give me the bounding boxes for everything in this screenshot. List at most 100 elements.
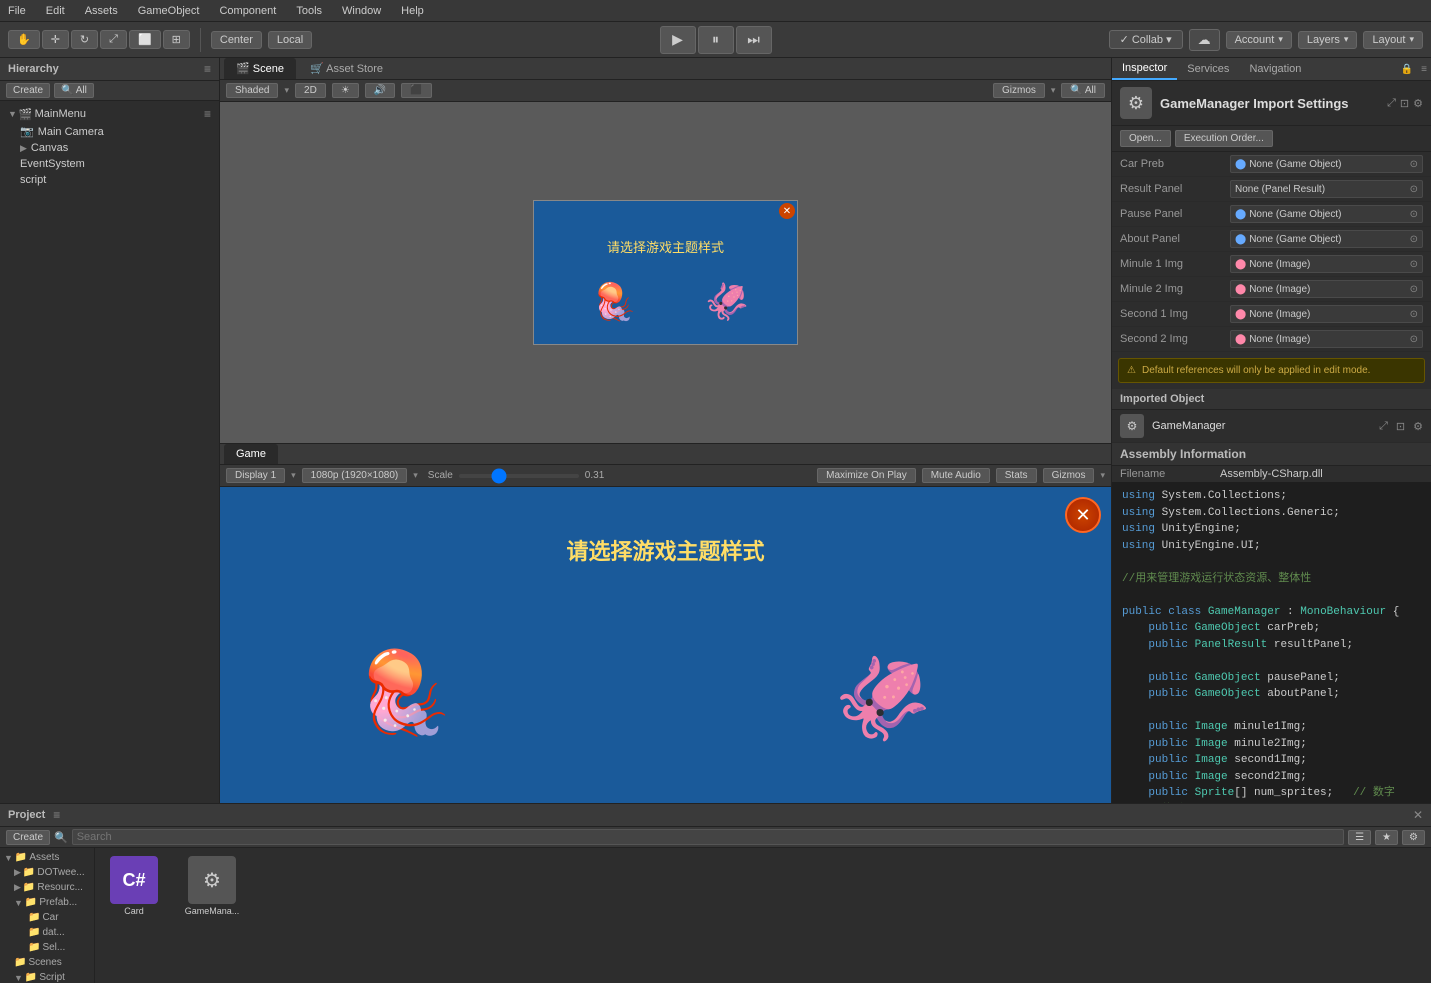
car-preb-value[interactable]: ⬤ None (Game Object) ⊙: [1230, 155, 1423, 173]
pivot-btn[interactable]: Center: [211, 31, 262, 49]
scale-slider[interactable]: [459, 474, 579, 478]
imported-item-popout[interactable]: ⊡: [1396, 420, 1405, 433]
collab-button[interactable]: ✓ Collab ▾: [1109, 30, 1183, 49]
menu-window[interactable]: Window: [338, 5, 385, 17]
inspector-menu-icon[interactable]: ≡: [1417, 64, 1431, 75]
menu-file[interactable]: File: [4, 5, 30, 17]
stats-btn[interactable]: Stats: [996, 468, 1037, 483]
tab-scene[interactable]: 🎬 Scene: [224, 58, 296, 79]
tree-item-dottwee[interactable]: ▶ 📁 DOTwee...: [0, 865, 94, 880]
fx-btn[interactable]: ⬛: [401, 83, 431, 98]
asset-item-card[interactable]: C# Card: [99, 852, 169, 920]
rotate-tool[interactable]: ↻: [71, 30, 98, 49]
minule1-img-lock: ⊙: [1410, 259, 1418, 270]
menu-assets[interactable]: Assets: [81, 5, 122, 17]
project-close-icon[interactable]: ✕: [1413, 808, 1423, 822]
project-create-btn[interactable]: Create: [6, 830, 50, 845]
project-search-input[interactable]: [72, 829, 1344, 845]
imported-item-expand[interactable]: ⤢: [1379, 420, 1388, 433]
mode-2d-btn[interactable]: 2D: [295, 83, 326, 98]
menu-bar: File Edit Assets GameObject Component To…: [0, 0, 1431, 22]
game-tabs: Game: [220, 444, 1111, 465]
tab-inspector[interactable]: Inspector: [1112, 58, 1177, 80]
tab-navigation[interactable]: Navigation: [1239, 59, 1311, 79]
multi-tool[interactable]: ⊞: [163, 30, 190, 49]
tree-item-sel[interactable]: 📁 Sel...: [0, 940, 94, 955]
expand-icon[interactable]: ⤢: [1387, 97, 1396, 110]
play-button[interactable]: ▶: [660, 26, 696, 54]
project-star-btn[interactable]: ★: [1375, 830, 1398, 845]
layout-button[interactable]: Layout ▾: [1363, 31, 1423, 49]
hierarchy-item-main-camera[interactable]: 📷 Main Camera: [0, 123, 219, 140]
project-menu-icon[interactable]: ≡: [53, 808, 60, 822]
rect-tool[interactable]: ⬜: [129, 30, 161, 49]
project-settings-btn[interactable]: ⚙: [1402, 830, 1425, 845]
hierarchy-close-icon[interactable]: ≡: [204, 62, 211, 76]
layers-button[interactable]: Layers ▾: [1298, 31, 1358, 49]
scene-thumbnail-close[interactable]: ✕: [779, 203, 795, 219]
tab-game[interactable]: Game: [224, 444, 278, 464]
maximize-on-play-btn[interactable]: Maximize On Play: [817, 468, 916, 483]
imported-item-name: GameManager: [1152, 420, 1371, 432]
hierarchy-item-eventsystem[interactable]: EventSystem: [0, 156, 219, 172]
pause-button[interactable]: ⏸: [698, 26, 734, 54]
shading-mode-btn[interactable]: Shaded: [226, 83, 278, 98]
cloud-button[interactable]: ☁: [1189, 29, 1220, 51]
display-btn[interactable]: Display 1: [226, 468, 285, 483]
account-button[interactable]: Account ▾: [1226, 31, 1292, 49]
gizmos-btn[interactable]: Gizmos: [993, 83, 1045, 98]
tree-item-scenes[interactable]: 📁 Scenes: [0, 955, 94, 970]
move-tool[interactable]: ✛: [42, 30, 69, 49]
tree-item-prefab[interactable]: ▼ 📁 Prefab...: [0, 895, 94, 910]
game-content: ✕ 请选择游戏主题样式 🪼 🦑: [220, 487, 1111, 803]
lighting-btn[interactable]: ☀: [332, 83, 359, 98]
project-sort-btn[interactable]: ☰: [1348, 830, 1371, 845]
menu-edit[interactable]: Edit: [42, 5, 69, 17]
game-close-btn[interactable]: ✕: [1065, 497, 1101, 533]
hierarchy-item-label: EventSystem: [20, 158, 85, 170]
menu-component[interactable]: Component: [215, 5, 280, 17]
second2-img-value[interactable]: ⬤ None (Image) ⊙: [1230, 330, 1423, 348]
field-minule2-img: Minule 2 Img ⬤ None (Image) ⊙: [1112, 277, 1431, 302]
settings-icon[interactable]: ⚙: [1413, 97, 1423, 110]
inspector-lock-icon[interactable]: 🔒: [1397, 64, 1417, 75]
step-button[interactable]: ⏭: [736, 26, 772, 54]
imported-item-settings[interactable]: ⚙: [1413, 420, 1423, 433]
hierarchy-item-canvas[interactable]: ▶ Canvas: [0, 140, 219, 156]
scene-all-btn[interactable]: 🔍 All: [1061, 83, 1105, 98]
tree-item-script[interactable]: ▼ 📁 Script: [0, 970, 94, 983]
hand-tool[interactable]: ✋: [8, 30, 40, 49]
menu-tools[interactable]: Tools: [292, 5, 326, 17]
hierarchy-all-btn[interactable]: 🔍 All: [54, 83, 94, 98]
resolution-btn[interactable]: 1080p (1920×1080): [302, 468, 408, 483]
tree-item-resourc[interactable]: ▶ 📁 Resourc...: [0, 880, 94, 895]
result-panel-value[interactable]: None (Panel Result) ⊙: [1230, 180, 1423, 198]
menu-gameobject[interactable]: GameObject: [134, 5, 204, 17]
about-panel-value[interactable]: ⬤ None (Game Object) ⊙: [1230, 230, 1423, 248]
open-btn[interactable]: Open...: [1120, 130, 1171, 147]
pause-panel-value[interactable]: ⬤ None (Game Object) ⊙: [1230, 205, 1423, 223]
hierarchy-menu-icon[interactable]: ≡: [204, 107, 211, 121]
hierarchy-create-btn[interactable]: Create: [6, 83, 50, 98]
hierarchy-item-script[interactable]: script: [0, 172, 219, 188]
hierarchy-scene-group[interactable]: ▼ 🎬 MainMenu ≡: [0, 105, 219, 123]
minule2-img-value[interactable]: ⬤ None (Image) ⊙: [1230, 280, 1423, 298]
audio-btn[interactable]: 🔊: [365, 83, 395, 98]
space-btn[interactable]: Local: [268, 31, 312, 49]
asset-item-gamemanager[interactable]: ⚙ GameMana...: [177, 852, 247, 920]
scene-jellyfish-left: 🪼: [592, 281, 637, 323]
tree-item-dat[interactable]: 📁 dat...: [0, 925, 94, 940]
tab-asset-store[interactable]: 🛒 Asset Store: [298, 58, 395, 79]
mute-audio-btn[interactable]: Mute Audio: [922, 468, 990, 483]
second1-img-value[interactable]: ⬤ None (Image) ⊙: [1230, 305, 1423, 323]
menu-help[interactable]: Help: [397, 5, 428, 17]
scale-tool[interactable]: ⤢: [100, 30, 127, 49]
tree-item-car[interactable]: 📁 Car: [0, 910, 94, 925]
project-panel: Project ≡ ✕ Create 🔍 ☰ ★ ⚙ ▼ 📁 Assets ▶: [0, 804, 1431, 983]
execution-order-btn[interactable]: Execution Order...: [1175, 130, 1273, 147]
tab-services[interactable]: Services: [1177, 59, 1239, 79]
tree-item-assets[interactable]: ▼ 📁 Assets: [0, 850, 94, 865]
popout-icon[interactable]: ⊡: [1400, 97, 1409, 110]
minule1-img-value[interactable]: ⬤ None (Image) ⊙: [1230, 255, 1423, 273]
game-gizmos-btn[interactable]: Gizmos: [1043, 468, 1095, 483]
